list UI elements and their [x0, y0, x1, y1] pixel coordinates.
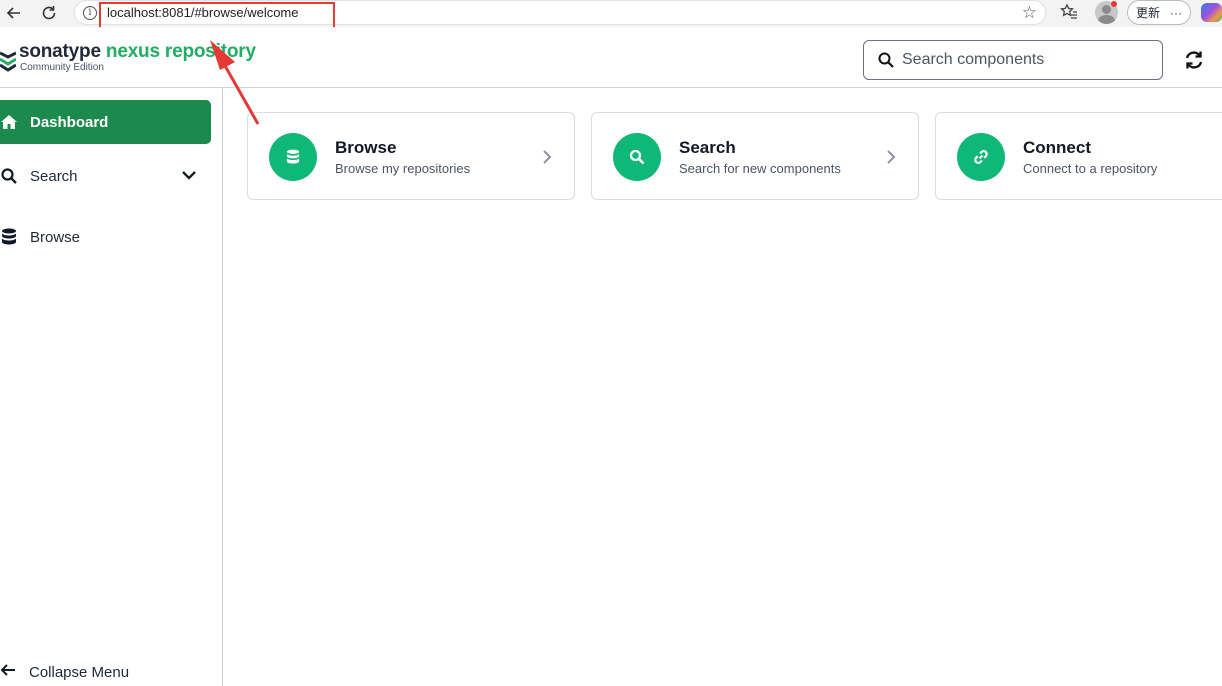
chevron-right-icon [543, 150, 552, 164]
logo-wordmark: sonatype nexus repository [19, 41, 256, 63]
copilot-icon[interactable] [1201, 3, 1222, 22]
sidebar-item-label: Browse [30, 228, 81, 246]
link-icon [957, 133, 1005, 181]
back-arrow-icon [6, 7, 20, 19]
sidebar-item-dashboard[interactable]: Dashboard [0, 100, 211, 144]
sidebar-item-browse[interactable]: Browse [0, 215, 211, 259]
search-icon [0, 167, 18, 185]
update-label: 更新 [1136, 6, 1161, 20]
search-components-box[interactable] [863, 40, 1163, 80]
card-title: Connect [1023, 138, 1091, 157]
sidebar: Dashboard Search Browse Collapse Menu [0, 88, 223, 686]
card-description: Browse my repositories [335, 161, 471, 176]
home-icon [0, 113, 18, 131]
sidebar-item-label: Search [30, 167, 78, 185]
refresh-icon[interactable] [1183, 49, 1205, 71]
site-info-icon[interactable]: i [83, 6, 97, 20]
browse-card[interactable]: Browse Browse my repositories [247, 112, 575, 200]
logo-product: nexus repository [105, 41, 256, 62]
collapse-menu-button[interactable]: Collapse Menu [0, 662, 129, 682]
connect-card[interactable]: Connect Connect to a repository [935, 112, 1222, 200]
card-title: Browse [335, 138, 397, 157]
card-description: Search for new components [679, 161, 841, 176]
chevron-down-icon[interactable] [181, 167, 197, 183]
search-components-input[interactable] [902, 51, 1142, 69]
favorites-icon[interactable] [1060, 3, 1078, 26]
notification-dot [1111, 1, 1117, 7]
database-icon [269, 133, 317, 181]
logo-brand: sonatype [19, 41, 101, 62]
sidebar-item-label: Dashboard [30, 113, 109, 131]
arrow-left-icon [0, 662, 18, 682]
reload-button[interactable] [38, 2, 60, 24]
search-card[interactable]: Search Search for new components [591, 112, 919, 200]
back-button[interactable] [3, 2, 25, 24]
app-header: sonatype nexus repository Community Edit… [0, 27, 1222, 88]
search-icon [878, 52, 894, 68]
sidebar-item-search[interactable]: Search [0, 154, 211, 198]
reload-icon [42, 6, 56, 20]
database-icon [0, 228, 18, 246]
chevron-right-icon [887, 150, 896, 164]
collapse-menu-label: Collapse Menu [29, 663, 130, 681]
update-button[interactable]: 更新 ··· [1127, 0, 1191, 25]
more-menu-icon[interactable]: ··· [1170, 6, 1182, 20]
card-title: Search [679, 138, 736, 157]
logo-edition: Community Edition [20, 62, 104, 73]
card-description: Connect to a repository [1023, 161, 1158, 176]
search-icon [613, 133, 661, 181]
favorite-star-icon[interactable]: ☆ [1022, 3, 1037, 23]
sonatype-logo-icon [0, 51, 16, 72]
